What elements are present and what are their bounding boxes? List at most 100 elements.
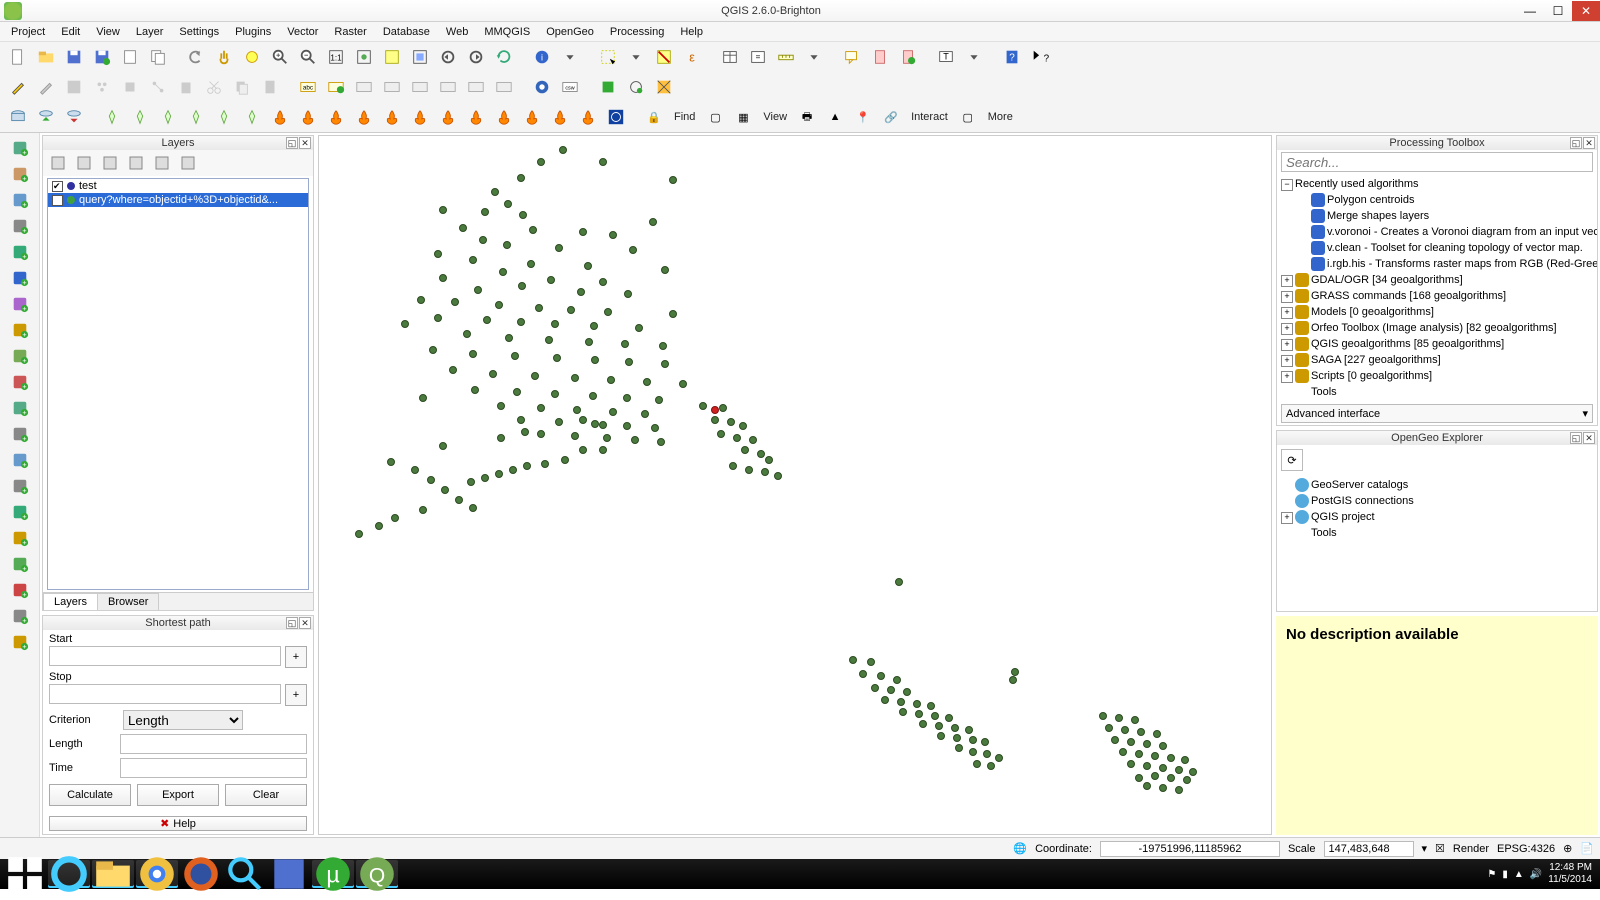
- map-point[interactable]: [1153, 730, 1161, 738]
- csw-icon[interactable]: csw: [558, 75, 582, 99]
- map-point[interactable]: [599, 421, 607, 429]
- map-point[interactable]: [629, 246, 637, 254]
- explorer-item[interactable]: PostGIS connections: [1281, 493, 1593, 509]
- zoom-out-icon[interactable]: [296, 45, 320, 69]
- toolbox-tree[interactable]: Recently used algorithmsPolygon centroid…: [1277, 174, 1597, 402]
- print-icon[interactable]: 🖶: [795, 105, 819, 129]
- fire-tool-8-icon[interactable]: [492, 105, 516, 129]
- edit-toggle-icon[interactable]: [6, 75, 30, 99]
- globe-icon[interactable]: 🌐: [1013, 842, 1027, 855]
- find-label[interactable]: Find: [670, 111, 699, 123]
- tray-flag-icon[interactable]: ⚑: [1487, 869, 1496, 880]
- tree-group[interactable]: Scripts [0 geoalgorithms]: [1281, 368, 1593, 384]
- map-point[interactable]: [749, 436, 757, 444]
- map-point[interactable]: [523, 462, 531, 470]
- map-point[interactable]: [579, 228, 587, 236]
- tree-alg[interactable]: Polygon centroids: [1281, 192, 1593, 208]
- taskbar-qgis[interactable]: Q: [356, 860, 398, 888]
- map-point[interactable]: [584, 262, 592, 270]
- toolbox-search[interactable]: [1281, 152, 1593, 172]
- map-point[interactable]: [551, 320, 559, 328]
- map-point[interactable]: [711, 416, 719, 424]
- layers-close-icon[interactable]: ✕: [299, 137, 311, 149]
- map-point[interactable]: [1127, 760, 1135, 768]
- map-point[interactable]: [545, 336, 553, 344]
- help-contents-icon[interactable]: ?: [1000, 45, 1024, 69]
- map-point[interactable]: [981, 738, 989, 746]
- clear-button[interactable]: Clear: [225, 784, 307, 806]
- map-point[interactable]: [741, 446, 749, 454]
- tree-recent[interactable]: Recently used algorithms: [1281, 176, 1593, 192]
- link-icon[interactable]: 🔗: [879, 105, 903, 129]
- save-as-icon[interactable]: [90, 45, 114, 69]
- map-point[interactable]: [655, 396, 663, 404]
- shortest-undock-icon[interactable]: ◱: [286, 617, 298, 629]
- map-point[interactable]: [439, 206, 447, 214]
- map-point[interactable]: [1143, 782, 1151, 790]
- copy-features-icon[interactable]: [230, 75, 254, 99]
- select-dd-icon[interactable]: [624, 45, 648, 69]
- map-point[interactable]: [699, 402, 707, 410]
- map-point[interactable]: [455, 496, 463, 504]
- pin-icon[interactable]: 📍: [851, 105, 875, 129]
- deselect-icon[interactable]: [652, 45, 676, 69]
- tree-group[interactable]: QGIS geoalgorithms [85 geoalgorithms]: [1281, 336, 1593, 352]
- fire-tool-11-icon[interactable]: [576, 105, 600, 129]
- map-point[interactable]: [505, 334, 513, 342]
- tree-group[interactable]: GRASS commands [168 geoalgorithms]: [1281, 288, 1593, 304]
- sat-icon[interactable]: [604, 105, 628, 129]
- map-point[interactable]: [411, 466, 419, 474]
- map-point[interactable]: [499, 268, 507, 276]
- map-point[interactable]: [449, 366, 457, 374]
- label-rotate-icon[interactable]: [464, 75, 488, 99]
- metasearch-icon[interactable]: [530, 75, 554, 99]
- map-point[interactable]: [571, 374, 579, 382]
- style-manager-icon[interactable]: [652, 75, 676, 99]
- map-point[interactable]: [553, 354, 561, 362]
- ftools-1-icon[interactable]: [100, 105, 124, 129]
- add-raster-icon[interactable]: +: [7, 163, 33, 185]
- zoom-last-icon[interactable]: [436, 45, 460, 69]
- map-point[interactable]: [517, 174, 525, 182]
- delete-selected-icon[interactable]: [174, 75, 198, 99]
- map-point[interactable]: [1167, 774, 1175, 782]
- maximize-button[interactable]: ☐: [1544, 1, 1572, 21]
- db-import-icon[interactable]: [34, 105, 58, 129]
- label-unpin-icon[interactable]: [380, 75, 404, 99]
- annotation-dd-icon[interactable]: [962, 45, 986, 69]
- map-point[interactable]: [481, 208, 489, 216]
- label-abc-icon[interactable]: abc: [296, 75, 320, 99]
- add-spatialite-icon[interactable]: +: [7, 189, 33, 211]
- menu-help[interactable]: Help: [673, 24, 710, 40]
- map-point[interactable]: [935, 722, 943, 730]
- menu-raster[interactable]: Raster: [327, 24, 373, 40]
- cut-features-icon[interactable]: [202, 75, 226, 99]
- taskbar-utorrent[interactable]: µ: [312, 860, 354, 888]
- fire-tool-5-icon[interactable]: [408, 105, 432, 129]
- map-point[interactable]: [451, 298, 459, 306]
- gps-icon[interactable]: +: [7, 501, 33, 523]
- map-point[interactable]: [1159, 742, 1167, 750]
- layer-row[interactable]: query?where=objectid+%3D+objectid&...: [48, 193, 308, 207]
- criterion-select[interactable]: Length: [123, 710, 243, 730]
- tab-layers[interactable]: Layers: [43, 593, 98, 610]
- open-project-icon[interactable]: [34, 45, 58, 69]
- minimize-button[interactable]: —: [1516, 1, 1544, 21]
- map-point[interactable]: [1131, 716, 1139, 724]
- map-point[interactable]: [1009, 676, 1017, 684]
- map-point[interactable]: [599, 158, 607, 166]
- map-point[interactable]: [609, 408, 617, 416]
- map-point[interactable]: [541, 460, 549, 468]
- menu-vector[interactable]: Vector: [280, 24, 325, 40]
- map-point[interactable]: [1167, 754, 1175, 762]
- tree-alg[interactable]: i.rgb.his - Transforms raster maps from …: [1281, 256, 1593, 272]
- map-point[interactable]: [497, 402, 505, 410]
- coord-capture-icon[interactable]: +: [7, 449, 33, 471]
- edit-current-icon[interactable]: [34, 75, 58, 99]
- map-point[interactable]: [1135, 750, 1143, 758]
- zoom-in-icon[interactable]: [268, 45, 292, 69]
- zoom-full-icon[interactable]: [352, 45, 376, 69]
- map-point[interactable]: [491, 188, 499, 196]
- export-button[interactable]: Export: [137, 784, 219, 806]
- stop-pick-button[interactable]: +: [285, 684, 307, 706]
